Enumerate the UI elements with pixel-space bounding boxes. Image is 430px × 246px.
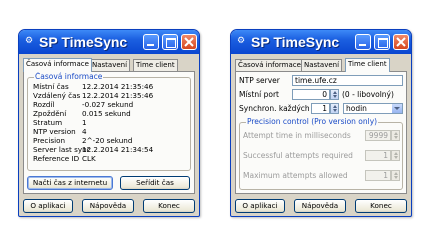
tab-settings[interactable]: Nastavení — [89, 59, 131, 71]
about-button[interactable]: O aplikaci — [235, 199, 285, 213]
help-button[interactable]: Nápověda — [294, 199, 346, 213]
window-title: SP TimeSync — [39, 34, 128, 50]
attempt-time-input[interactable]: 9999 — [365, 130, 391, 141]
row-local-time: Místní čas 12.2.2014 21:35:46 — [33, 82, 154, 91]
sync-every-label: Synchron. každých — [239, 104, 310, 113]
tab-strip: Časová informace Nastavení Time client — [235, 58, 407, 72]
local-port-label: Místní port — [239, 90, 279, 99]
sync-unit-select[interactable]: hodin — [343, 103, 403, 114]
sync-every-spin-icon[interactable] — [330, 103, 339, 114]
row-reference-id: Reference ID CLK — [33, 154, 96, 163]
local-port-spin-icon[interactable] — [330, 89, 339, 100]
close-button[interactable] — [393, 34, 409, 50]
dropdown-arrow-icon — [392, 104, 402, 113]
tab-panel-time-client: NTP server time.ufe.cz Místní port 0 (0 … — [235, 71, 407, 194]
title-bar[interactable]: ⚙ SP TimeSync — [19, 30, 199, 54]
time-info-group: Časová informace Místní čas 12.2.2014 21:… — [27, 72, 191, 171]
row-delay: Zpoždění 0.015 sekund — [33, 109, 131, 118]
tab-time-client[interactable]: Time client — [345, 58, 390, 72]
sync-every-input[interactable]: 1 — [311, 103, 330, 114]
group-title: Časová informace — [34, 72, 104, 82]
maximum-attempts-spin-icon[interactable] — [391, 170, 400, 181]
tab-time-client[interactable]: Time client — [133, 59, 178, 71]
timesync-window-client: ⚙ SP TimeSync Časová informace Nastavení… — [230, 29, 412, 217]
maximize-button[interactable] — [374, 34, 390, 50]
tab-time-info[interactable]: Časová informace — [235, 59, 304, 71]
maximum-attempts-label: Maximum attempts allowed — [243, 171, 348, 180]
row-stratum: Stratum 1 — [33, 118, 87, 127]
ntp-server-input[interactable]: time.ufe.cz — [292, 75, 403, 86]
maximum-attempts-input[interactable]: 1 — [365, 170, 391, 181]
attempt-time-label: Attempt time in milliseconds — [243, 131, 351, 140]
app-icon: ⚙ — [25, 36, 34, 46]
tab-settings[interactable]: Nastavení — [301, 59, 343, 71]
row-precision: Precision 2^-20 sekund — [33, 136, 133, 145]
close-button[interactable] — [181, 34, 197, 50]
title-bar[interactable]: ⚙ SP TimeSync — [231, 30, 411, 54]
row-difference: Rozdíl -0.027 sekund — [33, 100, 134, 109]
ntp-server-label: NTP server — [239, 76, 280, 85]
local-port-hint: (0 - libovolný) — [342, 90, 394, 99]
about-button[interactable]: O aplikaci — [23, 199, 73, 213]
timesync-window-info: ⚙ SP TimeSync Časová informace Nastavení… — [18, 29, 200, 217]
local-port-input[interactable]: 0 — [292, 89, 330, 100]
tab-time-info[interactable]: Časová informace — [23, 58, 92, 72]
fetch-time-button[interactable]: Načti čas z internetu — [27, 176, 113, 190]
end-button[interactable]: Konec — [355, 199, 407, 213]
attempt-time-spin-icon[interactable] — [391, 130, 400, 141]
tab-panel-time-info: Časová informace Místní čas 12.2.2014 21:… — [23, 71, 195, 194]
precision-control-group: Precision control (Pro version only) Att… — [239, 117, 403, 190]
row-ntp-version: NTP version 4 — [33, 127, 87, 136]
maximize-button[interactable] — [162, 34, 178, 50]
successful-attempts-label: Successful attempts required — [243, 151, 353, 160]
minimize-button[interactable] — [143, 34, 159, 50]
successful-attempts-input[interactable]: 1 — [365, 150, 391, 161]
app-icon: ⚙ — [237, 36, 246, 46]
tab-strip: Časová informace Nastavení Time client — [23, 58, 195, 72]
set-time-button[interactable]: Seřídit čas — [120, 176, 190, 190]
help-button[interactable]: Nápověda — [82, 199, 134, 213]
minimize-button[interactable] — [355, 34, 371, 50]
end-button[interactable]: Konec — [143, 199, 195, 213]
window-title: SP TimeSync — [251, 34, 340, 50]
successful-attempts-spin-icon[interactable] — [391, 150, 400, 161]
row-remote-time: Vzdálený čas 12.2.2014 21:35:46 — [33, 91, 154, 100]
close-icon — [184, 37, 194, 47]
close-icon — [396, 37, 406, 47]
group-title: Precision control (Pro version only) — [246, 117, 379, 127]
row-server-last-sync: Server last sync12.2.2014 21:34:54 — [33, 145, 154, 154]
